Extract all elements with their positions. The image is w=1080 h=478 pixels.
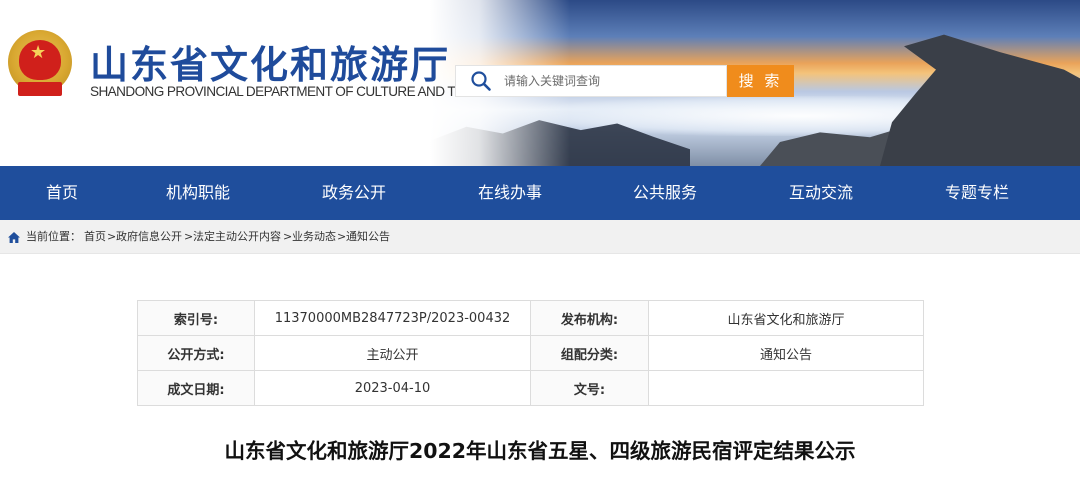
nav-item-gov-open[interactable]: 政务公开 xyxy=(304,166,404,220)
nav-item-topics[interactable]: 专题专栏 xyxy=(927,166,1027,220)
document-title: 山东省文化和旅游厅2022年山东省五星、四级旅游民宿评定结果公示 xyxy=(224,439,856,463)
search-button[interactable]: 搜 索 xyxy=(727,65,794,97)
table-row: 公开方式: 主动公开 组配分类: 通知公告 xyxy=(137,335,924,371)
document-info-table: 索引号: 11370000MB2847723P/2023-00432 发布机构:… xyxy=(137,300,924,406)
nav-item-online-service[interactable]: 在线办事 xyxy=(460,166,560,220)
site-subtitle: SHANDONG PROVINCIAL DEPARTMENT OF CULTUR… xyxy=(90,84,506,99)
national-emblem-icon[interactable]: ★ xyxy=(8,30,72,98)
breadcrumb-item-notices[interactable]: 通知公告 xyxy=(346,220,390,254)
breadcrumb-separator: > xyxy=(107,230,117,243)
home-icon xyxy=(8,232,20,243)
nav-item-public-service[interactable]: 公共服务 xyxy=(615,166,715,220)
info-key-publisher: 发布机构: xyxy=(530,300,649,336)
nav-item-functions[interactable]: 机构职能 xyxy=(148,166,248,220)
table-row: 索引号: 11370000MB2847723P/2023-00432 发布机构:… xyxy=(137,300,924,336)
info-value-category: 通知公告 xyxy=(648,335,924,371)
breadcrumb-separator: > xyxy=(184,230,194,243)
search-input[interactable] xyxy=(504,66,722,96)
breadcrumb-item-home[interactable]: 首页 xyxy=(84,220,106,254)
search-box xyxy=(455,65,727,97)
info-key-doc-number: 文号: xyxy=(530,370,649,406)
nav-item-interaction[interactable]: 互动交流 xyxy=(771,166,871,220)
site-header: ★ 山东省文化和旅游厅 SHANDONG PROVINCIAL DEPARTME… xyxy=(0,0,1080,166)
main-nav: 首页 机构职能 政务公开 在线办事 公共服务 互动交流 专题专栏 xyxy=(0,166,1080,220)
info-value-date: 2023-04-10 xyxy=(254,370,531,406)
info-value-index: 11370000MB2847723P/2023-00432 xyxy=(254,300,531,336)
table-row: 成文日期: 2023-04-10 文号: xyxy=(137,370,924,406)
info-key-open-method: 公开方式: xyxy=(137,335,255,371)
info-key-category: 组配分类: xyxy=(530,335,649,371)
breadcrumb-item-statutory[interactable]: 法定主动公开内容 xyxy=(193,220,281,254)
info-value-publisher: 山东省文化和旅游厅 xyxy=(648,300,924,336)
info-key-date: 成文日期: xyxy=(137,370,255,406)
info-key-index: 索引号: xyxy=(137,300,255,336)
breadcrumb-item-business[interactable]: 业务动态 xyxy=(292,220,336,254)
search-icon xyxy=(471,71,491,91)
breadcrumb-item-gov-info[interactable]: 政府信息公开 xyxy=(116,220,182,254)
breadcrumb-separator: > xyxy=(337,230,347,243)
breadcrumb: 当前位置： 首页 > 政府信息公开 > 法定主动公开内容 > 业务动态 > 通知… xyxy=(0,220,1080,254)
breadcrumb-label: 当前位置： xyxy=(26,230,81,243)
info-value-doc-number xyxy=(648,370,924,406)
site-title[interactable]: 山东省文化和旅游厅 xyxy=(90,34,450,89)
breadcrumb-separator: > xyxy=(283,230,293,243)
nav-item-home[interactable]: 首页 xyxy=(12,166,112,220)
info-value-open-method: 主动公开 xyxy=(254,335,531,371)
